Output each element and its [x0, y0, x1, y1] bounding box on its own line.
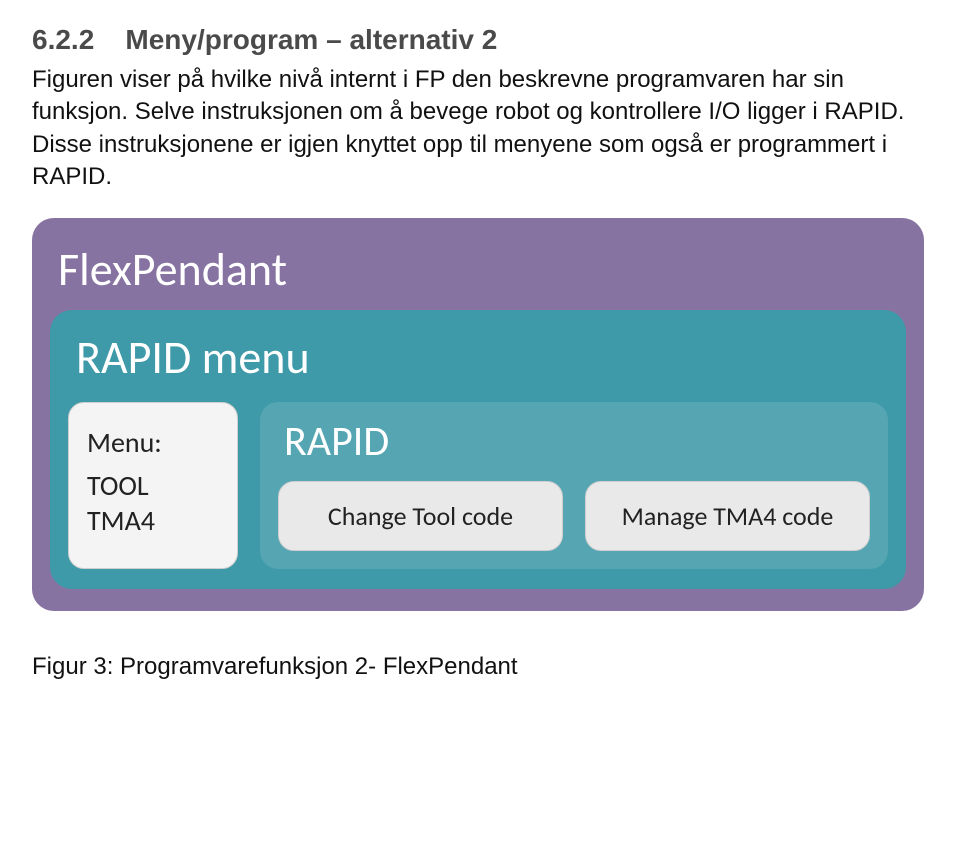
- paragraph-text: Figuren viser på hvilke nivå internt i F…: [32, 64, 928, 194]
- menu-label: Menu:: [87, 425, 219, 460]
- section-title: Meny/program – alternativ 2: [125, 24, 497, 55]
- flexpendant-title: FlexPendant: [58, 242, 906, 298]
- section-heading: 6.2.2 Meny/program – alternativ 2: [32, 24, 928, 56]
- rapid-menu-box: RAPID menu Menu: TOOL TMA4 RAPID Change …: [50, 310, 906, 589]
- body-paragraph: Figuren viser på hvilke nivå internt i F…: [32, 64, 928, 194]
- figure: FlexPendant RAPID menu Menu: TOOL TMA4 R…: [32, 218, 924, 611]
- rapid-menu-row: Menu: TOOL TMA4 RAPID Change Tool code M…: [68, 402, 888, 569]
- flexpendant-box: FlexPendant RAPID menu Menu: TOOL TMA4 R…: [32, 218, 924, 611]
- menu-item-tma4: TMA4: [87, 503, 219, 538]
- menu-item-tool: TOOL: [87, 468, 219, 503]
- change-tool-code-box: Change Tool code: [278, 481, 563, 551]
- section-number: 6.2.2: [32, 24, 94, 55]
- menu-box: Menu: TOOL TMA4: [68, 402, 238, 569]
- rapid-box: RAPID Change Tool code Manage TMA4 code: [260, 402, 888, 569]
- figure-caption: Figur 3: Programvarefunksjon 2- FlexPend…: [32, 653, 928, 681]
- rapid-row: Change Tool code Manage TMA4 code: [278, 481, 870, 551]
- manage-tma4-code-box: Manage TMA4 code: [585, 481, 870, 551]
- rapid-title: RAPID: [284, 416, 870, 467]
- rapid-menu-title: RAPID menu: [76, 330, 888, 386]
